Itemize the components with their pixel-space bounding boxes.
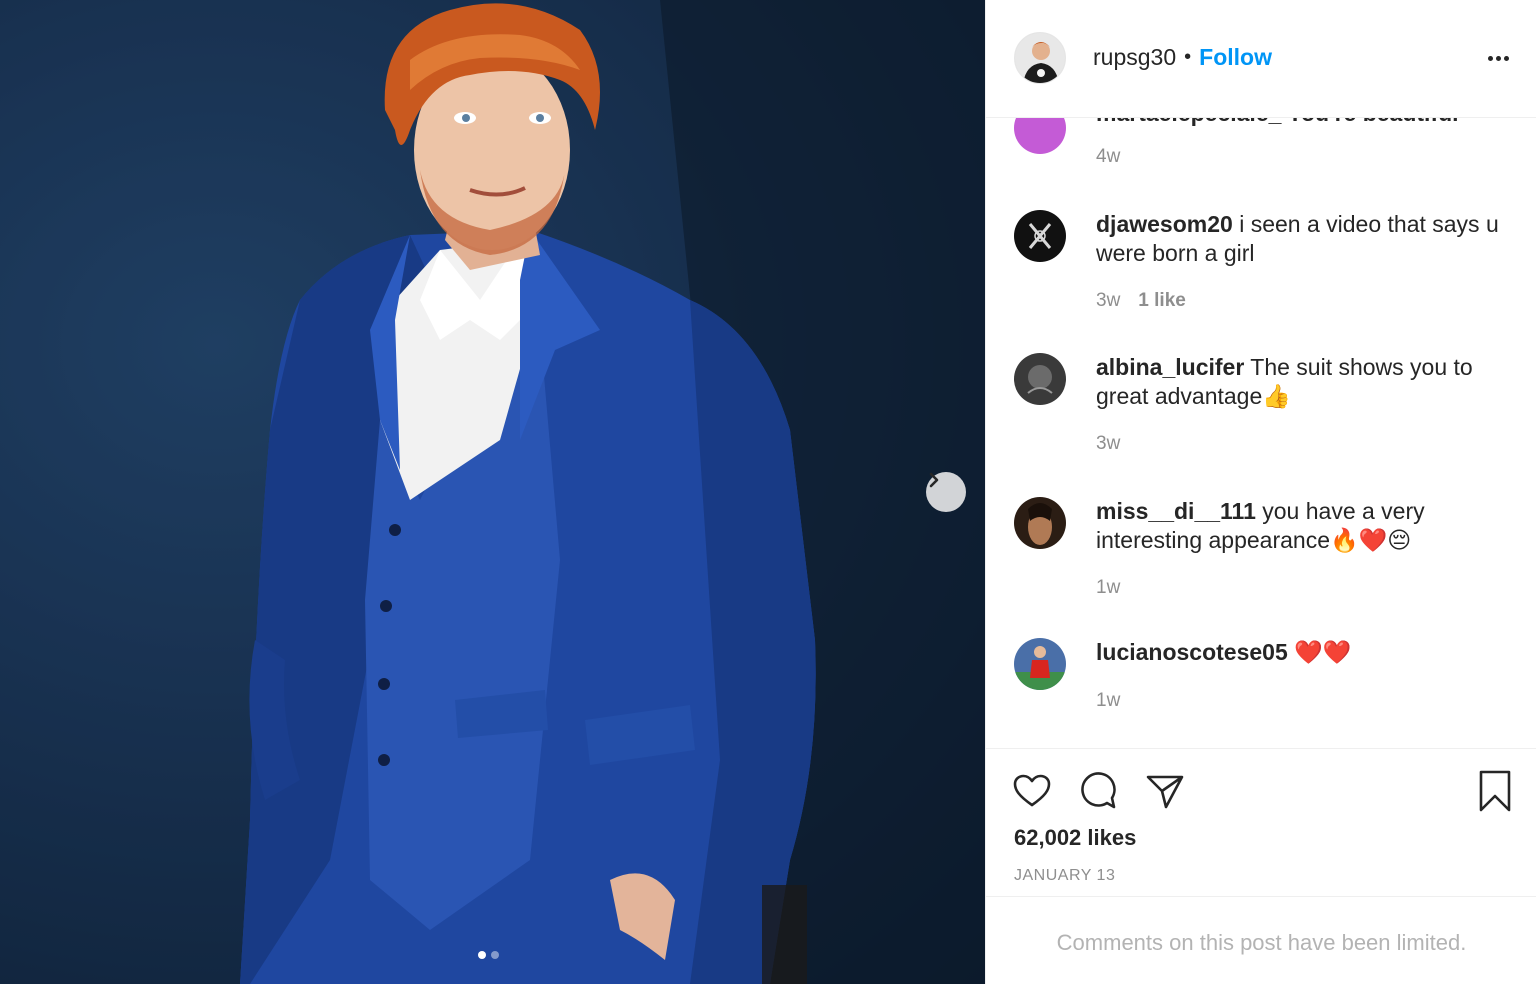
comments-limited-bar: Comments on this post have been limited. (986, 896, 1536, 984)
author-avatar[interactable] (1014, 32, 1066, 84)
comment-avatar-image (1014, 638, 1066, 690)
comment-bubble-icon[interactable] (1076, 769, 1120, 813)
post-photo[interactable] (0, 0, 985, 984)
comment-avatar[interactable] (1014, 638, 1066, 690)
heart-icon[interactable] (1010, 769, 1054, 813)
photo-illustration (0, 0, 985, 984)
likes-count[interactable]: 62,002 likes (1014, 825, 1136, 851)
comment-meta: 4w (1096, 146, 1120, 168)
comment-emoji: ❤️❤️ (1294, 640, 1352, 666)
carousel-indicator (478, 951, 499, 959)
comment-body: djawesom20 i seen a video that says u we… (1096, 210, 1506, 268)
comment-meta: 3w 1 like (1096, 290, 1186, 312)
comment-emoji: 👍 (1262, 384, 1291, 410)
comment-avatar[interactable] (1014, 497, 1066, 549)
author-username[interactable]: rupsg30 (1093, 44, 1176, 71)
follow-button[interactable]: Follow (1199, 44, 1272, 71)
comment-avatar-image (1014, 497, 1066, 549)
comment-time[interactable]: 1w (1096, 690, 1120, 712)
more-options-icon[interactable] (1483, 46, 1513, 70)
separator-dot: • (1184, 46, 1192, 68)
comment-time[interactable]: 4w (1096, 146, 1120, 168)
post-header: rupsg30 • Follow (986, 0, 1536, 118)
comment-avatar[interactable] (1014, 118, 1066, 154)
next-photo-button[interactable] (926, 472, 966, 512)
comment-avatar[interactable] (1014, 210, 1066, 262)
author-avatar-image (1015, 33, 1065, 83)
post-sidebar: rupsg30 • Follow martaelepeciale_ You're… (985, 0, 1536, 984)
comment-emoji: 🔥❤️😔 (1330, 528, 1412, 554)
comment-time[interactable]: 1w (1096, 577, 1120, 599)
comment-body: albina_lucifer The suit shows you to gre… (1096, 353, 1506, 412)
header-user-line: rupsg30 • Follow (1093, 44, 1272, 71)
comment-time[interactable]: 3w (1096, 433, 1120, 455)
chevron-right-icon (929, 472, 939, 488)
comment-avatar-image (1014, 353, 1066, 405)
comment-username[interactable]: djawesom20 (1096, 211, 1233, 237)
comment-meta: 1w (1096, 577, 1120, 599)
comment-body: lucianoscotese05 ❤️❤️ (1096, 638, 1506, 668)
comment-username[interactable]: albina_lucifer (1096, 354, 1244, 380)
comment-time[interactable]: 3w (1096, 290, 1120, 312)
comment-avatar[interactable] (1014, 353, 1066, 405)
comment-username[interactable]: miss__di__111 (1096, 498, 1256, 524)
comment-body: miss__di__111 you have a very interestin… (1096, 497, 1506, 556)
comment-meta: 3w (1096, 433, 1120, 455)
carousel-dot (491, 951, 499, 959)
post-actions: 62,002 likes JANUARY 13 (986, 748, 1536, 896)
comment-username[interactable]: lucianoscotese05 (1096, 639, 1288, 665)
post-date[interactable]: JANUARY 13 (1014, 867, 1115, 885)
carousel-dot-active (478, 951, 486, 959)
comments-limited-text: Comments on this post have been limited. (1056, 930, 1467, 955)
share-paper-plane-icon[interactable] (1143, 769, 1187, 813)
comment-like-count[interactable]: 1 like (1138, 290, 1186, 312)
bookmark-icon[interactable] (1473, 769, 1517, 813)
comment-text-partial: martaelepeciale_ You're beautiful (1096, 118, 1459, 127)
comments-list[interactable]: martaelepeciale_ You're beautiful 4w dja… (986, 118, 1536, 748)
comment-meta: 1w (1096, 690, 1120, 712)
comment-avatar-image (1014, 210, 1066, 262)
